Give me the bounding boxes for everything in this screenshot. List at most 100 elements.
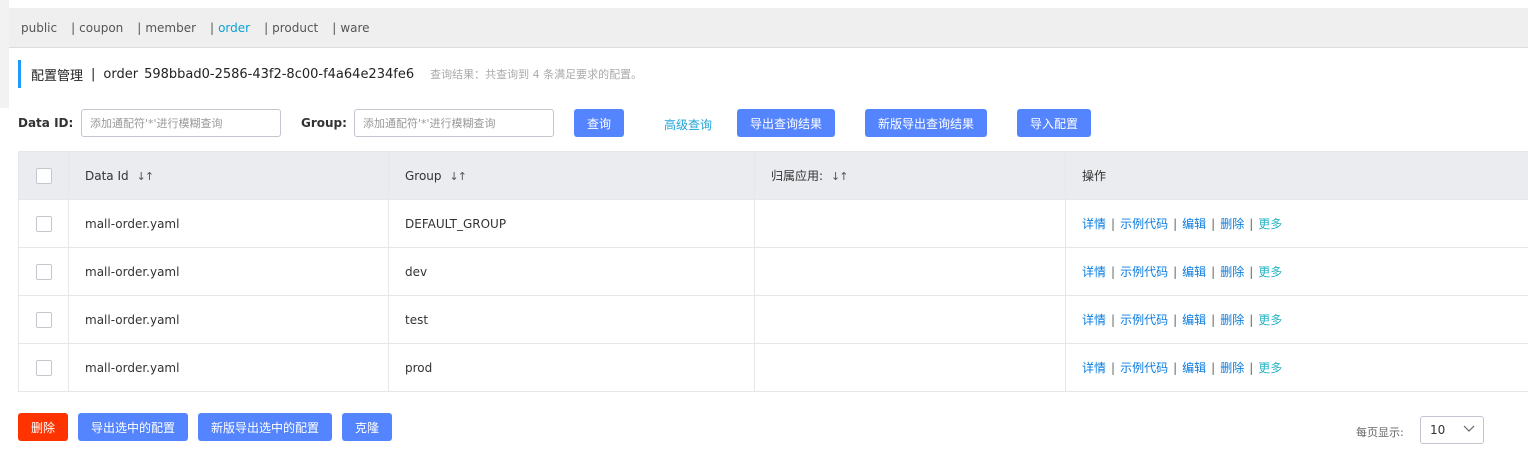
row-checkbox[interactable]	[35, 311, 52, 328]
table-row: mall-order.yaml prod 详情 | 示例代码 | 编辑 | 删除 | 更多	[18, 343, 1528, 392]
header-app-label: 归属应用:	[771, 169, 824, 183]
namespace-tab-public[interactable]: public	[21, 21, 57, 35]
op-separator: |	[1173, 313, 1178, 327]
namespace-tabs: public | coupon | member | order | product | ware	[9, 8, 1528, 48]
select-all-checkbox[interactable]	[35, 167, 52, 184]
export-selected-button[interactable]: 导出选中的配置	[78, 413, 188, 441]
cell-group: DEFAULT_GROUP	[388, 199, 755, 248]
bottom-bar: 删除 导出选中的配置 新版导出选中的配置 克隆 每页显示: 10	[0, 413, 1528, 444]
op-separator: |	[1173, 361, 1178, 375]
namespace-tab-member[interactable]: | member	[137, 21, 196, 35]
table-row: mall-order.yaml test 详情 | 示例代码 | 编辑 | 删除 | 更多	[18, 295, 1528, 344]
row-select-cell	[18, 343, 69, 392]
detail-link[interactable]: 详情	[1082, 217, 1106, 231]
cell-data-id: mall-order.yaml	[68, 343, 389, 392]
more-link[interactable]: 更多	[1258, 361, 1282, 375]
data-id-label: Data ID:	[18, 116, 74, 130]
sort-group-icon[interactable]: ↓↑	[450, 170, 467, 183]
detail-link[interactable]: 详情	[1082, 313, 1106, 327]
edit-link[interactable]: 编辑	[1182, 217, 1206, 231]
cell-app	[754, 295, 1066, 344]
op-separator: |	[1211, 265, 1216, 279]
export-query-results-button[interactable]: 导出查询结果	[737, 109, 835, 137]
op-separator: |	[1111, 361, 1116, 375]
detail-link[interactable]: 详情	[1082, 361, 1106, 375]
sample-code-link[interactable]: 示例代码	[1120, 313, 1168, 327]
cell-data-id: mall-order.yaml	[68, 295, 389, 344]
row-select-cell	[18, 295, 69, 344]
page-title: 配置管理	[31, 68, 84, 84]
namespace-tab-label: coupon	[79, 20, 124, 35]
query-button[interactable]: 查询	[574, 109, 624, 137]
delete-link[interactable]: 删除	[1220, 217, 1244, 231]
row-checkbox[interactable]	[35, 263, 52, 280]
namespace-tab-ware[interactable]: | ware	[332, 21, 369, 35]
cell-data-id: mall-order.yaml	[68, 199, 389, 248]
more-link[interactable]: 更多	[1258, 265, 1282, 279]
namespace-tab-product[interactable]: | product	[264, 21, 318, 35]
namespace-separator: |	[332, 20, 337, 35]
op-separator: |	[1211, 217, 1216, 231]
cell-ops: 详情 | 示例代码 | 编辑 | 删除 | 更多	[1065, 295, 1528, 344]
op-separator: |	[1211, 313, 1216, 327]
cell-group: test	[388, 295, 755, 344]
data-id-input[interactable]	[81, 109, 281, 137]
edit-link[interactable]: 编辑	[1182, 361, 1206, 375]
config-table: Data Id ↓↑ Group ↓↑ 归属应用: ↓↑ 操作 mall-order.…	[18, 151, 1528, 392]
cell-ops: 详情 | 示例代码 | 编辑 | 删除 | 更多	[1065, 199, 1528, 248]
delete-link[interactable]: 删除	[1220, 265, 1244, 279]
op-separator: |	[1173, 265, 1178, 279]
row-checkbox[interactable]	[35, 359, 52, 376]
group-input[interactable]	[354, 109, 554, 137]
edit-link[interactable]: 编辑	[1182, 265, 1206, 279]
delete-link[interactable]: 删除	[1220, 313, 1244, 327]
detail-link[interactable]: 详情	[1082, 265, 1106, 279]
namespace-tab-label: ware	[340, 20, 370, 35]
search-bar: Data ID: Group: 查询 高级查询 导出查询结果 新版导出查询结果 …	[0, 109, 1528, 137]
namespace-separator: |	[210, 20, 215, 35]
sample-code-link[interactable]: 示例代码	[1120, 265, 1168, 279]
sort-app-icon[interactable]: ↓↑	[831, 170, 848, 183]
row-checkbox[interactable]	[35, 215, 52, 232]
namespace-name: order	[103, 66, 139, 82]
cell-app	[754, 247, 1066, 296]
header-ops: 操作	[1065, 151, 1528, 200]
query-result-text: 查询结果：共查询到 4 条满足要求的配置。	[430, 68, 643, 81]
cell-group: dev	[388, 247, 755, 296]
more-link[interactable]: 更多	[1258, 217, 1282, 231]
sort-data-id-icon[interactable]: ↓↑	[137, 170, 154, 183]
table-row: mall-order.yaml dev 详情 | 示例代码 | 编辑 | 删除 | 更多	[18, 247, 1528, 296]
page-size-value: 10	[1430, 423, 1446, 437]
cell-group: prod	[388, 343, 755, 392]
delete-link[interactable]: 删除	[1220, 361, 1244, 375]
namespace-tab-order[interactable]: | order	[210, 21, 250, 35]
op-separator: |	[1249, 217, 1254, 231]
delete-selected-button[interactable]: 删除	[18, 413, 68, 441]
namespace-tab-label: member	[145, 20, 197, 35]
cell-data-id: mall-order.yaml	[68, 247, 389, 296]
more-link[interactable]: 更多	[1258, 313, 1282, 327]
header-data-id-label: Data Id	[85, 168, 129, 183]
sample-code-link[interactable]: 示例代码	[1120, 361, 1168, 375]
header-group: Group ↓↑	[388, 151, 755, 200]
advanced-query-link[interactable]: 高级查询	[664, 116, 712, 133]
edit-link[interactable]: 编辑	[1182, 313, 1206, 327]
clone-button[interactable]: 克隆	[342, 413, 392, 441]
op-separator: |	[1249, 265, 1254, 279]
op-separator: |	[1111, 313, 1116, 327]
op-separator: |	[1111, 217, 1116, 231]
header-data-id: Data Id ↓↑	[68, 151, 389, 200]
page-size-label: 每页显示:	[1356, 426, 1404, 439]
table-header-row: Data Id ↓↑ Group ↓↑ 归属应用: ↓↑ 操作	[18, 151, 1528, 200]
namespace-tab-coupon[interactable]: | coupon	[71, 21, 123, 35]
op-separator: |	[1249, 361, 1254, 375]
row-select-cell	[18, 247, 69, 296]
new-export-query-results-button[interactable]: 新版导出查询结果	[865, 109, 987, 137]
new-export-selected-button[interactable]: 新版导出选中的配置	[198, 413, 332, 441]
header-ops-label: 操作	[1082, 169, 1107, 183]
cell-app	[754, 343, 1066, 392]
header-app: 归属应用: ↓↑	[754, 151, 1066, 200]
sample-code-link[interactable]: 示例代码	[1120, 217, 1168, 231]
import-config-button[interactable]: 导入配置	[1017, 109, 1091, 137]
page-size-select[interactable]: 10	[1420, 416, 1484, 444]
